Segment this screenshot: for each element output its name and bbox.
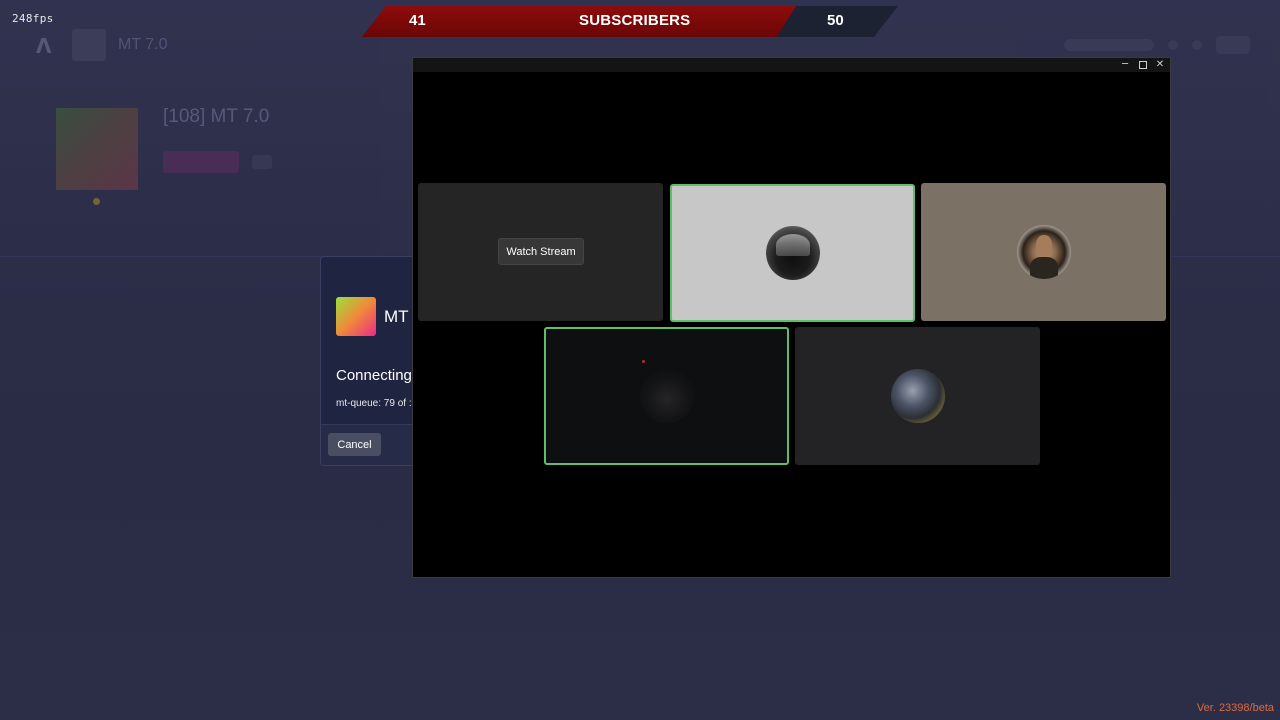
server-avatar [72, 29, 106, 61]
status-dot [93, 198, 100, 205]
server-logo-icon [336, 297, 376, 336]
server-name: MT [384, 307, 409, 326]
queue-position: mt-queue: 79 of : [336, 398, 412, 409]
red-dot-icon [642, 360, 645, 363]
participant-avatar [639, 369, 694, 423]
play-button [163, 151, 239, 173]
app-logo-icon: Λ [36, 34, 52, 58]
settings-icon [1192, 40, 1202, 50]
settings-icon [1168, 40, 1178, 50]
maximize-icon[interactable] [1134, 58, 1152, 72]
subscriber-label: SUBSCRIBERS [579, 12, 691, 29]
participant-tile-stream[interactable]: Watch Stream [418, 183, 663, 321]
account-button [1216, 36, 1250, 54]
call-window: ─ ✕ Watch Stream [412, 57, 1171, 578]
favorite-button [252, 155, 272, 169]
window-titlebar[interactable]: ─ ✕ [413, 58, 1170, 72]
header-actions [1064, 36, 1250, 54]
subscriber-banner: 41 SUBSCRIBERS 50 [362, 6, 898, 37]
participant-avatar [765, 226, 820, 280]
subscriber-count-left: 41 [409, 12, 426, 29]
participant-tile[interactable] [921, 183, 1166, 321]
minimize-icon[interactable]: ─ [1116, 58, 1134, 72]
watch-stream-button[interactable]: Watch Stream [498, 238, 584, 265]
fps-counter: 248fps [12, 12, 54, 25]
cancel-button[interactable]: Cancel [328, 433, 381, 456]
server-title: [108] MT 7.0 [163, 106, 270, 127]
version-label: Ver. 23398/beta [1196, 702, 1274, 714]
close-icon[interactable]: ✕ [1151, 58, 1169, 72]
server-artwork [56, 108, 138, 190]
participant-tile[interactable] [670, 184, 915, 322]
participant-tile[interactable] [795, 327, 1040, 465]
participant-avatar [1016, 225, 1071, 279]
participant-tile[interactable] [544, 327, 789, 465]
participant-avatar [890, 369, 945, 423]
connection-status: Connecting [336, 367, 412, 384]
header-title: MT 7.0 [118, 36, 168, 53]
user-pill [1064, 39, 1154, 51]
subscriber-count-right: 50 [827, 12, 844, 29]
